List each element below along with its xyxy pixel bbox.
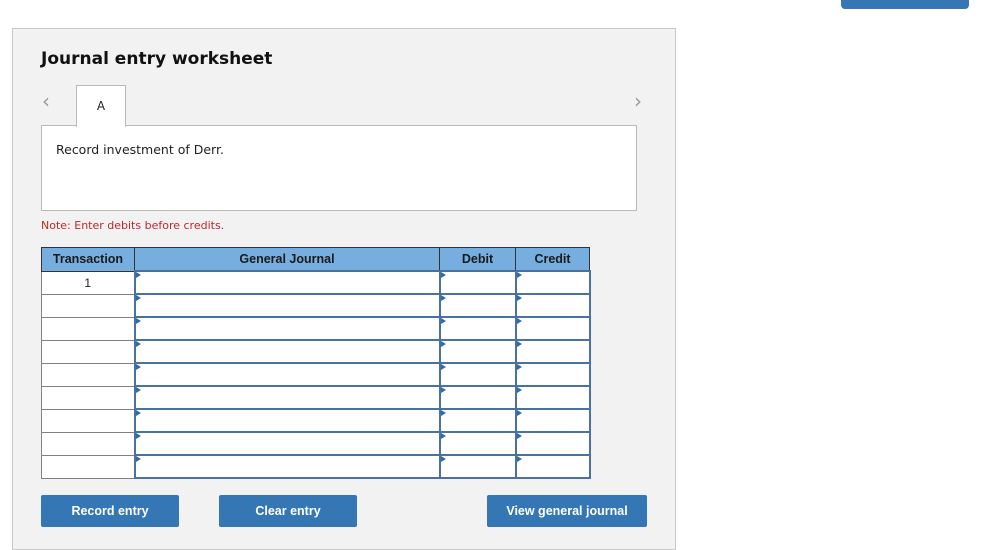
credit-input[interactable] xyxy=(514,431,591,456)
clear-entry-button[interactable]: Clear entry xyxy=(219,495,357,527)
header-transaction: Transaction xyxy=(41,247,135,272)
account-input[interactable] xyxy=(133,316,441,341)
account-input[interactable] xyxy=(133,339,441,364)
cell-marker-icon xyxy=(440,295,446,301)
table-row xyxy=(41,316,591,341)
account-input[interactable] xyxy=(133,454,441,479)
transaction-cell xyxy=(41,431,135,456)
note-text: Note: Enter debits before credits. xyxy=(41,219,225,232)
table-row xyxy=(41,431,591,456)
cell-marker-icon xyxy=(135,295,141,301)
header-general-journal: General Journal xyxy=(134,247,440,272)
view-general-journal-button[interactable]: View general journal xyxy=(487,495,647,527)
debit-input[interactable] xyxy=(438,408,517,433)
worksheet-title: Journal entry worksheet xyxy=(41,49,273,69)
credit-input[interactable] xyxy=(514,454,591,479)
table-row xyxy=(41,454,591,479)
cell-marker-icon xyxy=(516,341,522,347)
cell-marker-icon xyxy=(135,364,141,370)
debit-input[interactable] xyxy=(438,362,517,387)
credit-input[interactable] xyxy=(514,339,591,364)
top-action-button[interactable] xyxy=(841,0,969,9)
table-row: 1 xyxy=(41,270,591,295)
tab-a[interactable]: A xyxy=(76,85,126,127)
account-input[interactable] xyxy=(133,385,441,410)
transaction-cell: 1 xyxy=(41,270,135,295)
header-credit: Credit xyxy=(515,247,590,272)
cell-marker-icon xyxy=(440,410,446,416)
transaction-cell xyxy=(41,408,135,433)
table-header-row: Transaction General Journal Debit Credit xyxy=(41,247,590,272)
cell-marker-icon xyxy=(516,272,522,278)
header-debit: Debit xyxy=(439,247,516,272)
debit-input[interactable] xyxy=(438,385,517,410)
account-input[interactable] xyxy=(133,362,441,387)
table-row xyxy=(41,339,591,364)
transaction-cell xyxy=(41,339,135,364)
debit-input[interactable] xyxy=(438,270,517,295)
cell-marker-icon xyxy=(135,433,141,439)
cell-marker-icon xyxy=(440,456,446,462)
cell-marker-icon xyxy=(440,433,446,439)
cell-marker-icon xyxy=(135,341,141,347)
table-row xyxy=(41,293,591,318)
cell-marker-icon xyxy=(440,318,446,324)
transaction-cell xyxy=(41,293,135,318)
cell-marker-icon xyxy=(135,387,141,393)
table-row xyxy=(41,362,591,387)
transaction-cell xyxy=(41,362,135,387)
chevron-left-icon[interactable]: ‹ xyxy=(42,91,50,111)
credit-input[interactable] xyxy=(514,385,591,410)
transaction-cell xyxy=(41,385,135,410)
table-row xyxy=(41,408,591,433)
cell-marker-icon xyxy=(516,318,522,324)
cell-marker-icon xyxy=(516,410,522,416)
cell-marker-icon xyxy=(516,295,522,301)
cell-marker-icon xyxy=(135,272,141,278)
transaction-cell xyxy=(41,454,135,479)
debit-input[interactable] xyxy=(438,339,517,364)
debit-input[interactable] xyxy=(438,293,517,318)
cell-marker-icon xyxy=(516,387,522,393)
credit-input[interactable] xyxy=(514,316,591,341)
transaction-description-box: Record investment of Derr. xyxy=(41,125,637,211)
tab-label: A xyxy=(96,99,106,113)
cell-marker-icon xyxy=(440,387,446,393)
debit-input[interactable] xyxy=(438,431,517,456)
credit-input[interactable] xyxy=(514,293,591,318)
cell-marker-icon xyxy=(516,433,522,439)
account-input[interactable] xyxy=(133,270,441,295)
cell-marker-icon xyxy=(440,272,446,278)
journal-table: Transaction General Journal Debit Credit… xyxy=(41,247,591,479)
cell-marker-icon xyxy=(440,341,446,347)
account-input[interactable] xyxy=(133,431,441,456)
record-entry-button[interactable]: Record entry xyxy=(41,495,179,527)
cell-marker-icon xyxy=(135,410,141,416)
debit-input[interactable] xyxy=(438,454,517,479)
credit-input[interactable] xyxy=(514,408,591,433)
cell-marker-icon xyxy=(135,318,141,324)
debit-input[interactable] xyxy=(438,316,517,341)
journal-entry-worksheet-panel: Journal entry worksheet ‹ A › Record inv… xyxy=(12,28,676,550)
chevron-right-icon[interactable]: › xyxy=(634,91,642,111)
cell-marker-icon xyxy=(516,456,522,462)
account-input[interactable] xyxy=(133,293,441,318)
credit-input[interactable] xyxy=(514,270,591,295)
cell-marker-icon xyxy=(516,364,522,370)
cell-marker-icon xyxy=(135,456,141,462)
transaction-cell xyxy=(41,316,135,341)
credit-input[interactable] xyxy=(514,362,591,387)
transaction-description: Record investment of Derr. xyxy=(56,142,224,157)
account-input[interactable] xyxy=(133,408,441,433)
table-row xyxy=(41,385,591,410)
cell-marker-icon xyxy=(440,364,446,370)
